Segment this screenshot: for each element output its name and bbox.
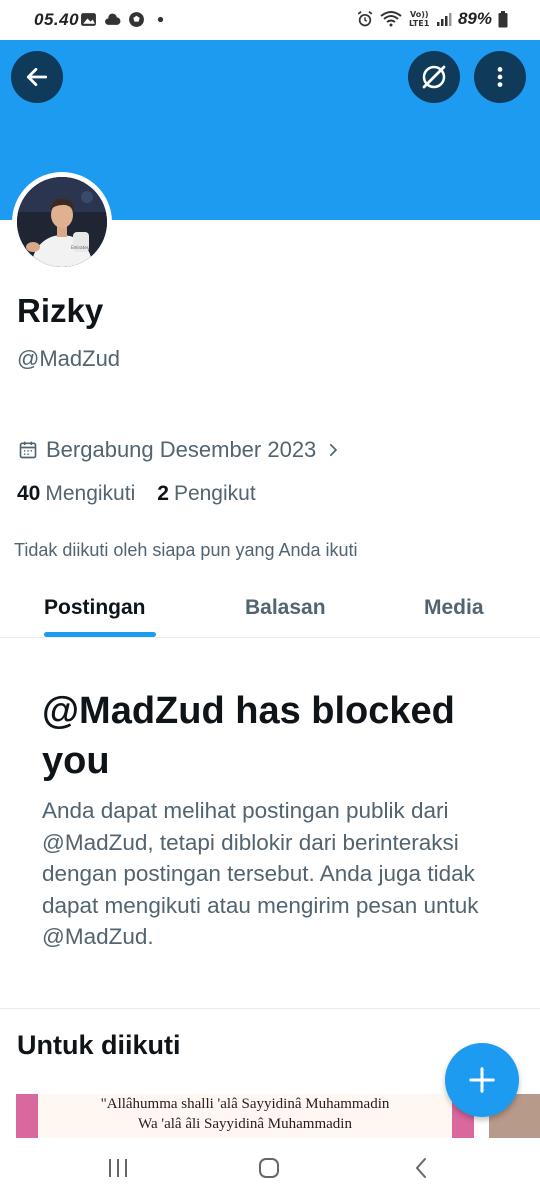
volte-icon: Vo))LTE1	[409, 10, 430, 28]
back-button[interactable]	[11, 51, 63, 103]
active-tab-indicator	[44, 632, 156, 637]
status-time: 05.40	[34, 10, 80, 29]
dot-icon	[157, 16, 164, 23]
alarm-icon	[357, 11, 373, 27]
nav-back-icon[interactable]	[410, 1156, 434, 1180]
profile-tabs: Postingan Balasan Media	[0, 580, 540, 638]
suggestion-card[interactable]: "Allâhumma shalli 'alâ Sayyidinâ Muhamma…	[16, 1094, 474, 1138]
follow-stats: 40 Mengikuti 2 Pengikut	[17, 482, 256, 506]
blocked-title: @MadZud has blocked you	[42, 690, 455, 782]
recent-apps-icon[interactable]	[106, 1156, 130, 1180]
avatar[interactable]: Emirates	[12, 172, 112, 272]
grok-icon	[422, 65, 446, 89]
followers-count: 2	[157, 482, 169, 505]
svg-text:LTE1: LTE1	[409, 19, 430, 28]
system-nav-bar	[0, 1138, 540, 1200]
svg-text:Vo)): Vo))	[410, 10, 429, 19]
tab-postingan[interactable]: Postingan	[44, 596, 146, 620]
joined-date[interactable]: Bergabung Desember 2023	[18, 437, 342, 463]
more-vertical-icon	[497, 67, 503, 87]
grok-button[interactable]	[408, 51, 460, 103]
followers-link[interactable]: 2 Pengikut	[157, 482, 255, 506]
gallery-icon	[81, 13, 96, 26]
wifi-icon	[380, 11, 402, 27]
not-followed-note: Tidak diikuti oleh siapa pun yang Anda i…	[14, 540, 358, 560]
blocked-body: Anda dapat melihat postingan publik dari…	[42, 798, 479, 949]
display-name: Rizky	[17, 292, 104, 329]
tab-balasan[interactable]: Balasan	[245, 596, 326, 620]
tab-media[interactable]: Media	[424, 596, 484, 620]
cloud-icon	[105, 13, 121, 25]
followers-label: Pengikut	[173, 482, 256, 505]
home-icon[interactable]	[257, 1156, 281, 1180]
joined-label: Bergabung Desember 2023	[46, 437, 317, 462]
battery-percent: 89%	[457, 9, 492, 28]
calendar-icon	[19, 441, 37, 459]
following-count: 40	[17, 482, 41, 505]
soccer-icon	[129, 12, 144, 27]
status-notification-icons	[80, 11, 169, 28]
back-arrow-icon	[26, 68, 48, 86]
following-label: Mengikuti	[45, 482, 136, 505]
status-bar: 05.40 Vo)) LTE1 89%	[0, 0, 540, 40]
card-text-line: "Allâhumma shalli 'alâ Sayyidinâ Muhamma…	[100, 1096, 390, 1112]
person-photo-icon: Emirates	[17, 177, 107, 267]
following-link[interactable]: 40 Mengikuti	[17, 482, 135, 506]
more-options-button[interactable]	[474, 51, 526, 103]
card-text-line: Wa 'alâ âli Sayyidinâ Muhammadin	[138, 1116, 352, 1132]
status-system-icons: Vo)) LTE1 89%	[356, 9, 508, 29]
battery-icon	[498, 10, 508, 27]
compose-button[interactable]	[445, 1043, 519, 1117]
avatar-photo: Emirates	[17, 177, 107, 267]
section-divider	[0, 1008, 540, 1009]
plus-icon	[469, 1067, 495, 1093]
chevron-right-icon	[330, 443, 338, 457]
who-to-follow-title: Untuk diikuti	[17, 1030, 181, 1060]
signal-icon	[436, 13, 452, 26]
profile-handle: @MadZud	[17, 346, 121, 371]
svg-text:Emirates: Emirates	[71, 245, 89, 250]
